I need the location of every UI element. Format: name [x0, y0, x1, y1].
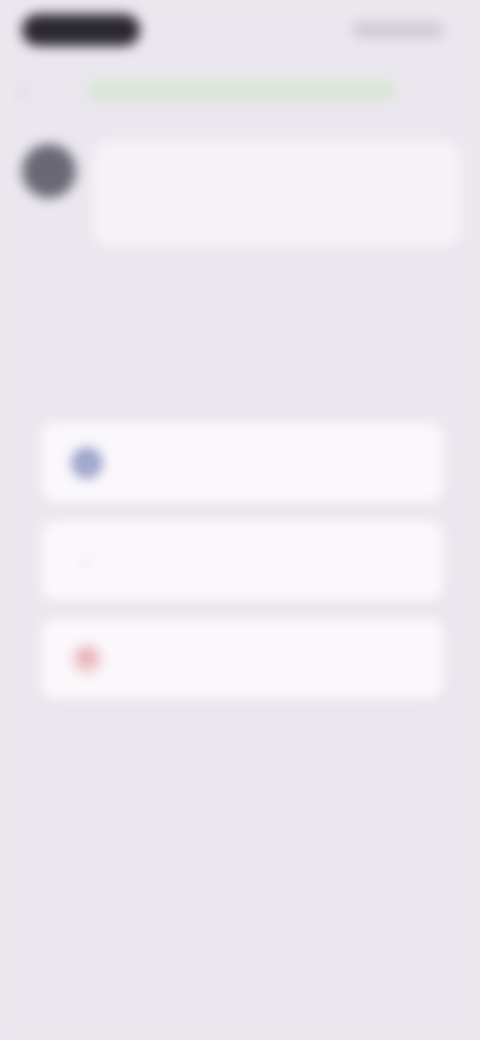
app-screen: ‹ ● ☆ ⚑: [0, 0, 480, 1040]
message-bubble: [92, 140, 462, 248]
option-item-2[interactable]: ☆: [40, 520, 444, 602]
flag-icon: ⚑: [72, 644, 102, 674]
avatar: [22, 144, 76, 198]
status-time: [22, 14, 140, 46]
user-icon: ●: [72, 448, 102, 478]
option-item-1[interactable]: ●: [40, 422, 444, 504]
options-list: ● ☆ ⚑: [40, 422, 444, 716]
option-item-3[interactable]: ⚑: [40, 618, 444, 700]
header-title: [86, 80, 396, 102]
back-arrow-icon[interactable]: ‹: [20, 80, 44, 104]
status-indicators: [352, 22, 444, 38]
star-icon: ☆: [78, 551, 96, 571]
